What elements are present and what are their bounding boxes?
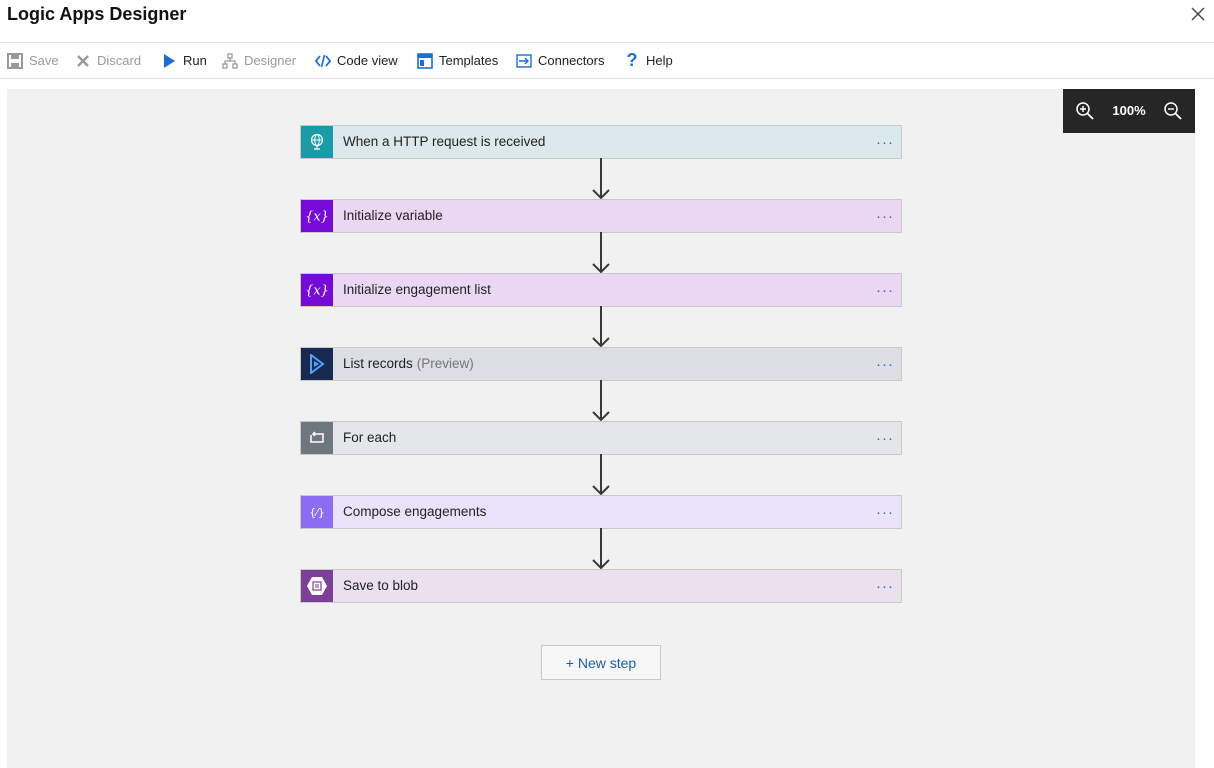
step-label: List records (343, 356, 413, 371)
step-initialize-engagement-list[interactable]: {x} Initialize engagement list ··· (300, 273, 902, 307)
designer-icon (222, 52, 238, 69)
compose-icon: {⁄} (301, 496, 333, 528)
connector-arrow (592, 380, 610, 422)
new-step-button[interactable]: + New step (541, 645, 661, 680)
svg-text:{⁄}: {⁄} (309, 506, 325, 519)
run-label: Run (183, 53, 207, 68)
step-http-trigger[interactable]: When a HTTP request is received ··· (300, 125, 902, 159)
connector-arrow (592, 528, 610, 570)
svg-text:{x}: {x} (306, 284, 328, 299)
svg-text:{x}: {x} (306, 210, 328, 225)
designer-label: Designer (244, 53, 297, 68)
zoom-level: 100% (1112, 103, 1146, 118)
variable-icon: {x} (301, 200, 333, 232)
save-icon (7, 52, 23, 69)
step-label: Initialize variable (343, 208, 443, 223)
variable-icon: {x} (301, 274, 333, 306)
more-options-icon[interactable]: ··· (869, 274, 901, 306)
command-toolbar: Save Discard Run Designer Code view Temp… (0, 43, 1214, 79)
step-label: When a HTTP request is received (343, 134, 546, 149)
more-options-icon[interactable]: ··· (869, 200, 901, 232)
help-label: Help (646, 53, 673, 68)
templates-icon (417, 52, 433, 69)
help-button[interactable]: ? Help (624, 43, 673, 78)
designer-button[interactable]: Designer (222, 43, 296, 78)
close-icon[interactable] (1190, 6, 1206, 22)
play-icon (161, 53, 177, 69)
more-options-icon[interactable]: ··· (869, 422, 901, 454)
more-options-icon[interactable]: ··· (869, 126, 901, 158)
templates-button[interactable]: Templates (417, 43, 498, 78)
window-title: Logic Apps Designer (7, 4, 187, 24)
zoom-out-icon[interactable] (1163, 101, 1183, 121)
step-label: Compose engagements (343, 504, 487, 519)
step-label: Initialize engagement list (343, 282, 491, 297)
more-options-icon[interactable]: ··· (869, 348, 901, 380)
connector-arrow (592, 454, 610, 496)
code-view-label: Code view (337, 53, 398, 68)
step-label: Save to blob (343, 578, 419, 593)
preview-tag: (Preview) (416, 356, 474, 371)
run-button[interactable]: Run (161, 43, 207, 78)
connector-arrow (592, 306, 610, 348)
discard-icon (75, 53, 91, 69)
discard-button[interactable]: Discard (75, 43, 141, 78)
zoom-in-icon[interactable] (1075, 101, 1095, 121)
connectors-label: Connectors (538, 53, 605, 68)
templates-label: Templates (439, 53, 499, 68)
connector-arrow (592, 232, 610, 274)
code-icon (315, 53, 331, 69)
step-save-to-blob[interactable]: Save to blob ··· (300, 569, 902, 603)
step-compose-engagements[interactable]: {⁄} Compose engagements ··· (300, 495, 902, 529)
more-options-icon[interactable]: ··· (869, 496, 901, 528)
help-icon: ? (626, 50, 638, 70)
http-request-icon (301, 126, 333, 158)
step-list-records[interactable]: List records (Preview) ··· (300, 347, 902, 381)
code-view-button[interactable]: Code view (315, 43, 398, 78)
connector-arrow (592, 158, 610, 200)
connectors-button[interactable]: Connectors (516, 43, 604, 78)
dynamics-icon (301, 348, 333, 380)
step-initialize-variable[interactable]: {x} Initialize variable ··· (300, 199, 902, 233)
title-bar: Logic Apps Designer (0, 0, 1214, 43)
connectors-icon (516, 53, 532, 69)
save-label: Save (29, 53, 59, 68)
zoom-control: 100% (1063, 89, 1195, 133)
loop-icon (301, 422, 333, 454)
save-button[interactable]: Save (7, 43, 59, 78)
discard-label: Discard (97, 53, 142, 68)
more-options-icon[interactable]: ··· (869, 570, 901, 602)
step-label: For each (343, 430, 397, 445)
blob-storage-icon (301, 570, 333, 602)
step-for-each[interactable]: For each ··· (300, 421, 902, 455)
